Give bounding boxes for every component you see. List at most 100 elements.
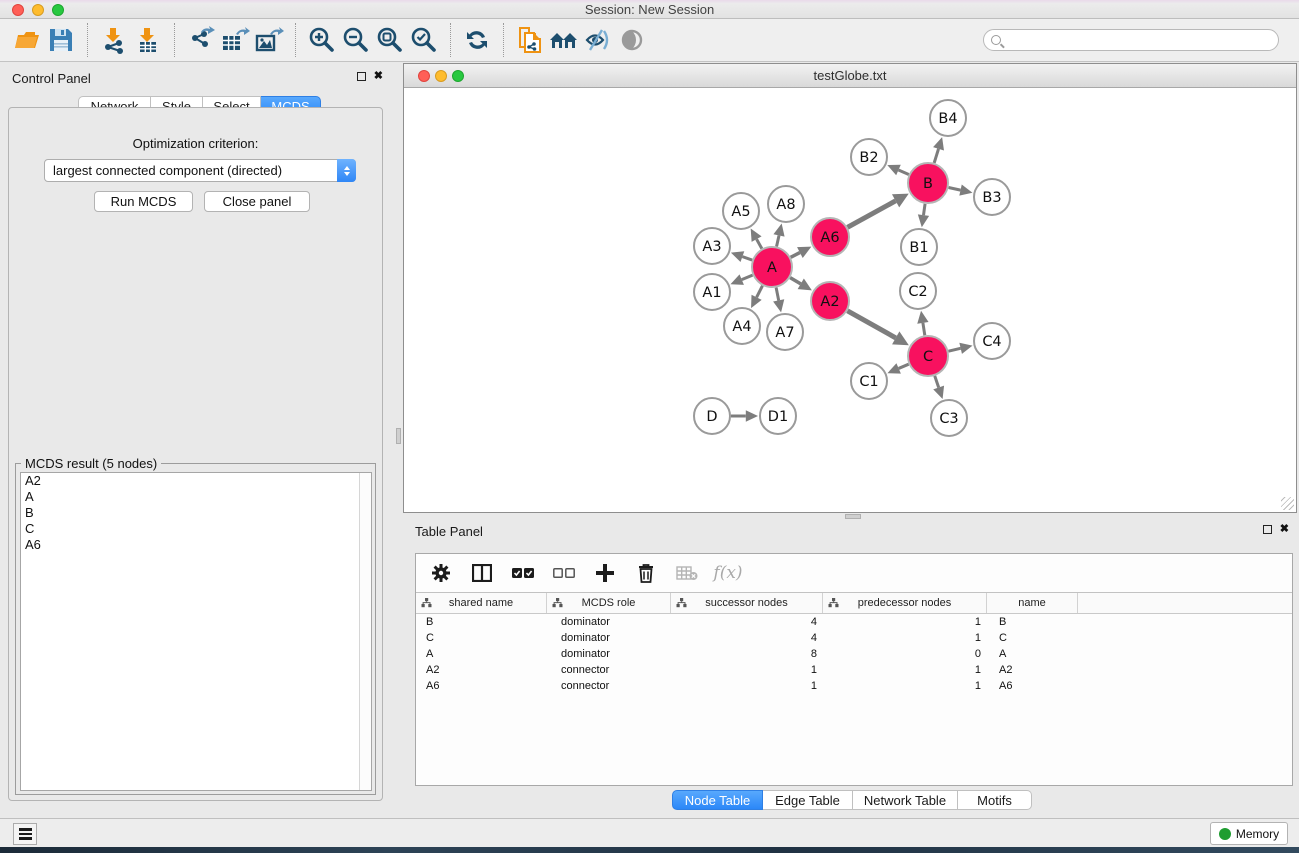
graph-edge-C-C4	[948, 348, 960, 351]
node-table: shared name MCDS role successor nodes prede…	[416, 592, 1292, 694]
table-settings-icon[interactable]	[429, 561, 453, 585]
column-header-predecessor-nodes[interactable]: predecessor nodes	[823, 593, 987, 613]
split-panel-icon[interactable]	[470, 561, 494, 585]
save-session-icon[interactable]	[44, 23, 78, 57]
graph-node-label-A2: A2	[820, 294, 839, 310]
mcds-result-list[interactable]: A2ABCA6	[20, 472, 372, 791]
table-cell: 1	[671, 662, 823, 678]
close-table-panel-icon[interactable]: ✖	[1280, 524, 1289, 535]
refresh-icon[interactable]	[460, 23, 494, 57]
tab-network-table[interactable]: Network Table	[853, 790, 958, 810]
mcds-result-item[interactable]: C	[21, 521, 371, 537]
column-header-mcds-role[interactable]: MCDS role	[547, 593, 671, 613]
table-cell: 4	[671, 630, 823, 646]
main-toolbar	[0, 19, 1299, 62]
function-builder-icon[interactable]: f(x)	[716, 561, 740, 585]
network-window-titlebar[interactable]: testGlobe.txt	[404, 64, 1296, 88]
add-column-icon[interactable]	[593, 561, 617, 585]
table-body: Bdominator41BCdominator41CAdominator80AA…	[416, 614, 1292, 694]
tab-motifs[interactable]: Motifs	[958, 790, 1032, 810]
column-header-name[interactable]: name	[987, 593, 1078, 613]
window-title: Session: New Session	[0, 2, 1299, 17]
memory-status-icon	[1219, 828, 1231, 840]
table-row[interactable]: Cdominator41C	[416, 630, 1292, 646]
graph-node-label-A3: A3	[702, 239, 721, 255]
graph-node-label-B4: B4	[938, 111, 957, 127]
search-icon	[991, 35, 1001, 45]
graph-node-label-B1: B1	[909, 240, 928, 256]
table-row[interactable]: Bdominator41B	[416, 614, 1292, 630]
hide-columns-icon[interactable]	[552, 561, 576, 585]
run-mcds-button[interactable]: Run MCDS	[94, 191, 193, 212]
export-network-icon[interactable]	[184, 23, 218, 57]
close-panel-icon[interactable]: ✖	[374, 71, 383, 82]
memory-button[interactable]: Memory	[1210, 822, 1288, 845]
home-icon[interactable]	[547, 23, 581, 57]
vertical-splitter-handle[interactable]	[396, 428, 401, 444]
toolbar-separator	[503, 23, 504, 57]
graph-node-label-D: D	[706, 409, 717, 425]
hide-graphics-icon[interactable]	[581, 23, 615, 57]
graph-arrowhead	[918, 214, 929, 227]
graph-node-label-A4: A4	[732, 319, 751, 335]
network-canvas[interactable]: AA1A2A3A4A5A6A7A8BB1B2B3B4CC1C2C3C4DD1	[404, 88, 1296, 512]
delete-column-icon[interactable]	[634, 561, 658, 585]
table-cell: 1	[671, 678, 823, 694]
mcds-result-item[interactable]: A2	[21, 473, 371, 489]
task-history-button[interactable]	[13, 823, 37, 845]
graph-edge-C-C3	[935, 376, 939, 388]
table-row[interactable]: A2connector11A2	[416, 662, 1292, 678]
table-cell: C	[416, 630, 547, 646]
mcds-result-item[interactable]: A	[21, 489, 371, 505]
zoom-in-icon[interactable]	[305, 23, 339, 57]
open-session-icon[interactable]	[10, 23, 44, 57]
horizontal-splitter-handle[interactable]	[845, 514, 861, 519]
toolbar-separator	[174, 23, 175, 57]
table-cell: connector	[547, 678, 671, 694]
graph-edge-C-C2	[923, 323, 925, 335]
criterion-dropdown[interactable]: largest connected component (directed)	[44, 159, 356, 182]
show-graphics-icon[interactable]	[615, 23, 649, 57]
column-header-label: shared name	[449, 597, 513, 609]
search-field[interactable]	[983, 29, 1279, 51]
zoom-out-icon[interactable]	[339, 23, 373, 57]
table-row[interactable]: Adominator80A	[416, 646, 1292, 662]
zoom-fit-icon[interactable]	[373, 23, 407, 57]
export-image-icon[interactable]	[252, 23, 286, 57]
close-panel-button[interactable]: Close panel	[204, 191, 310, 212]
import-table-icon[interactable]	[131, 23, 165, 57]
tab-node-table[interactable]: Node Table	[672, 790, 763, 810]
import-network-icon[interactable]	[97, 23, 131, 57]
table-tabs: Node TableEdge TableNetwork TableMotifs	[672, 790, 1032, 810]
graph-node-label-A8: A8	[776, 197, 795, 213]
graph-node-label-B2: B2	[859, 150, 878, 166]
export-table-icon[interactable]	[218, 23, 252, 57]
float-table-panel-icon[interactable]	[1263, 525, 1272, 534]
mcds-result-item[interactable]: A6	[21, 537, 371, 553]
toolbar-separator	[295, 23, 296, 57]
status-bar: Memory	[0, 818, 1299, 847]
mcds-result-item[interactable]: B	[21, 505, 371, 521]
graph-edge-B-B4	[934, 149, 938, 163]
column-header-shared-name[interactable]: shared name	[416, 593, 547, 613]
resize-grip-icon[interactable]	[1281, 497, 1294, 510]
table-cell: B	[987, 614, 1078, 630]
result-list-scrollbar[interactable]	[359, 473, 371, 790]
network-graph: AA1A2A3A4A5A6A7A8BB1B2B3B4CC1C2C3C4DD1	[404, 88, 1296, 512]
tab-edge-table[interactable]: Edge Table	[763, 790, 853, 810]
zoom-selected-icon[interactable]	[407, 23, 441, 57]
table-panel-title: Table Panel	[415, 524, 483, 539]
graph-node-label-C: C	[923, 349, 933, 365]
table-row[interactable]: A6connector11A6	[416, 678, 1292, 694]
clone-network-icon[interactable]	[513, 23, 547, 57]
graph-node-label-C3: C3	[939, 411, 958, 427]
delete-table-icon[interactable]	[675, 561, 699, 585]
graph-edge-C-C1	[899, 364, 909, 368]
graph-edge-A-A7	[776, 288, 779, 301]
column-header-successor-nodes[interactable]: successor nodes	[671, 593, 823, 613]
float-panel-icon[interactable]	[357, 72, 366, 81]
show-columns-icon[interactable]	[511, 561, 535, 585]
search-input[interactable]	[1001, 33, 1278, 47]
table-cell: C	[987, 630, 1078, 646]
column-header-label: successor nodes	[705, 597, 788, 609]
